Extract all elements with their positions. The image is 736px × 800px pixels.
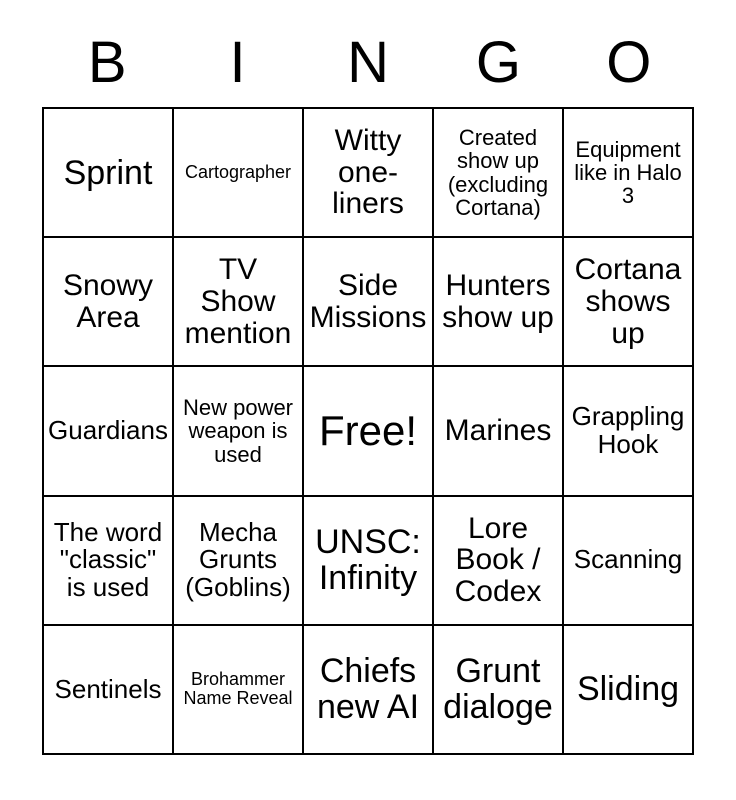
bingo-square-label: Marines — [444, 414, 552, 448]
bingo-card: B I N G O Sprint Cartographer Witty one-li… — [0, 0, 736, 800]
bingo-square-label: Scanning — [573, 544, 683, 575]
bingo-square[interactable]: Marines — [434, 367, 564, 497]
bingo-square[interactable]: New power weapon is used — [174, 367, 304, 497]
bingo-square-label: Side Missions — [309, 268, 427, 334]
bingo-square[interactable]: TV Show mention — [174, 238, 304, 368]
bingo-square[interactable]: Chiefs new AI — [304, 625, 434, 755]
bingo-free-space[interactable]: Free! — [304, 367, 434, 497]
bingo-square-label: Mecha Grunts (Goblins) — [185, 516, 291, 602]
bingo-square-label: Cartographer — [184, 162, 292, 183]
bingo-square[interactable]: Created show up (excluding Cortana) — [434, 109, 564, 239]
bingo-square[interactable]: Sprint — [44, 109, 174, 239]
bingo-square-label: TV Show mention — [184, 253, 292, 350]
bingo-square[interactable]: Grappling Hook — [564, 367, 694, 497]
bingo-square-label: Witty one-liners — [332, 123, 404, 221]
bingo-square[interactable]: Grunt dialoge — [434, 625, 564, 755]
bingo-square[interactable]: Scanning — [564, 496, 694, 626]
bingo-square-label: Cortana shows up — [574, 253, 682, 350]
bingo-square-label: Lore Book / Codex — [454, 511, 542, 609]
bingo-header-letter-i: I — [229, 30, 246, 95]
bingo-square-label: UNSC: Infinity — [315, 523, 421, 598]
bingo-header: B I N G O — [42, 28, 694, 98]
bingo-square[interactable]: Cartographer — [174, 109, 304, 239]
bingo-square-label: Grunt dialoge — [443, 652, 553, 727]
bingo-square-label: Created show up (excluding Cortana) — [447, 124, 549, 220]
bingo-square-label: Brohammer Name Reveal — [183, 669, 293, 709]
bingo-square[interactable]: Hunters show up — [434, 238, 564, 368]
bingo-square-label: The word "classic" is used — [53, 516, 163, 602]
bingo-header-letter-n: N — [347, 30, 389, 95]
bingo-square-label: Snowy Area — [62, 268, 154, 334]
bingo-square[interactable]: The word "classic" is used — [44, 496, 174, 626]
bingo-square[interactable]: Sliding — [564, 625, 694, 755]
bingo-square[interactable]: Sentinels — [44, 625, 174, 755]
bingo-square-label: Free! — [318, 406, 418, 454]
bingo-square[interactable]: Equipment like in Halo 3 — [564, 109, 694, 239]
bingo-square-label: Sentinels — [54, 673, 162, 704]
bingo-square-label: Hunters show up — [442, 268, 554, 334]
bingo-square-label: Chiefs new AI — [316, 652, 420, 727]
bingo-square[interactable]: Brohammer Name Reveal — [174, 625, 304, 755]
bingo-square[interactable]: Lore Book / Codex — [434, 496, 564, 626]
bingo-header-letter-o: O — [606, 30, 652, 95]
bingo-square-label: New power weapon is used — [182, 395, 294, 467]
bingo-square-label: Grappling Hook — [571, 401, 685, 459]
bingo-square-label: Guardians — [48, 415, 168, 446]
bingo-square[interactable]: Guardians — [44, 367, 174, 497]
bingo-header-letter-b: B — [87, 30, 127, 95]
bingo-square[interactable]: Snowy Area — [44, 238, 174, 368]
bingo-grid: Sprint Cartographer Witty one-liners Create… — [42, 107, 694, 755]
bingo-square[interactable]: Mecha Grunts (Goblins) — [174, 496, 304, 626]
bingo-square[interactable]: UNSC: Infinity — [304, 496, 434, 626]
bingo-square[interactable]: Side Missions — [304, 238, 434, 368]
bingo-header-letter-g: G — [475, 30, 521, 95]
bingo-square[interactable]: Cortana shows up — [564, 238, 694, 368]
bingo-square[interactable]: Witty one-liners — [304, 109, 434, 239]
bingo-square-label: Sliding — [576, 670, 680, 709]
bingo-square-label: Sprint — [63, 153, 153, 192]
bingo-square-label: Equipment like in Halo 3 — [574, 136, 682, 209]
